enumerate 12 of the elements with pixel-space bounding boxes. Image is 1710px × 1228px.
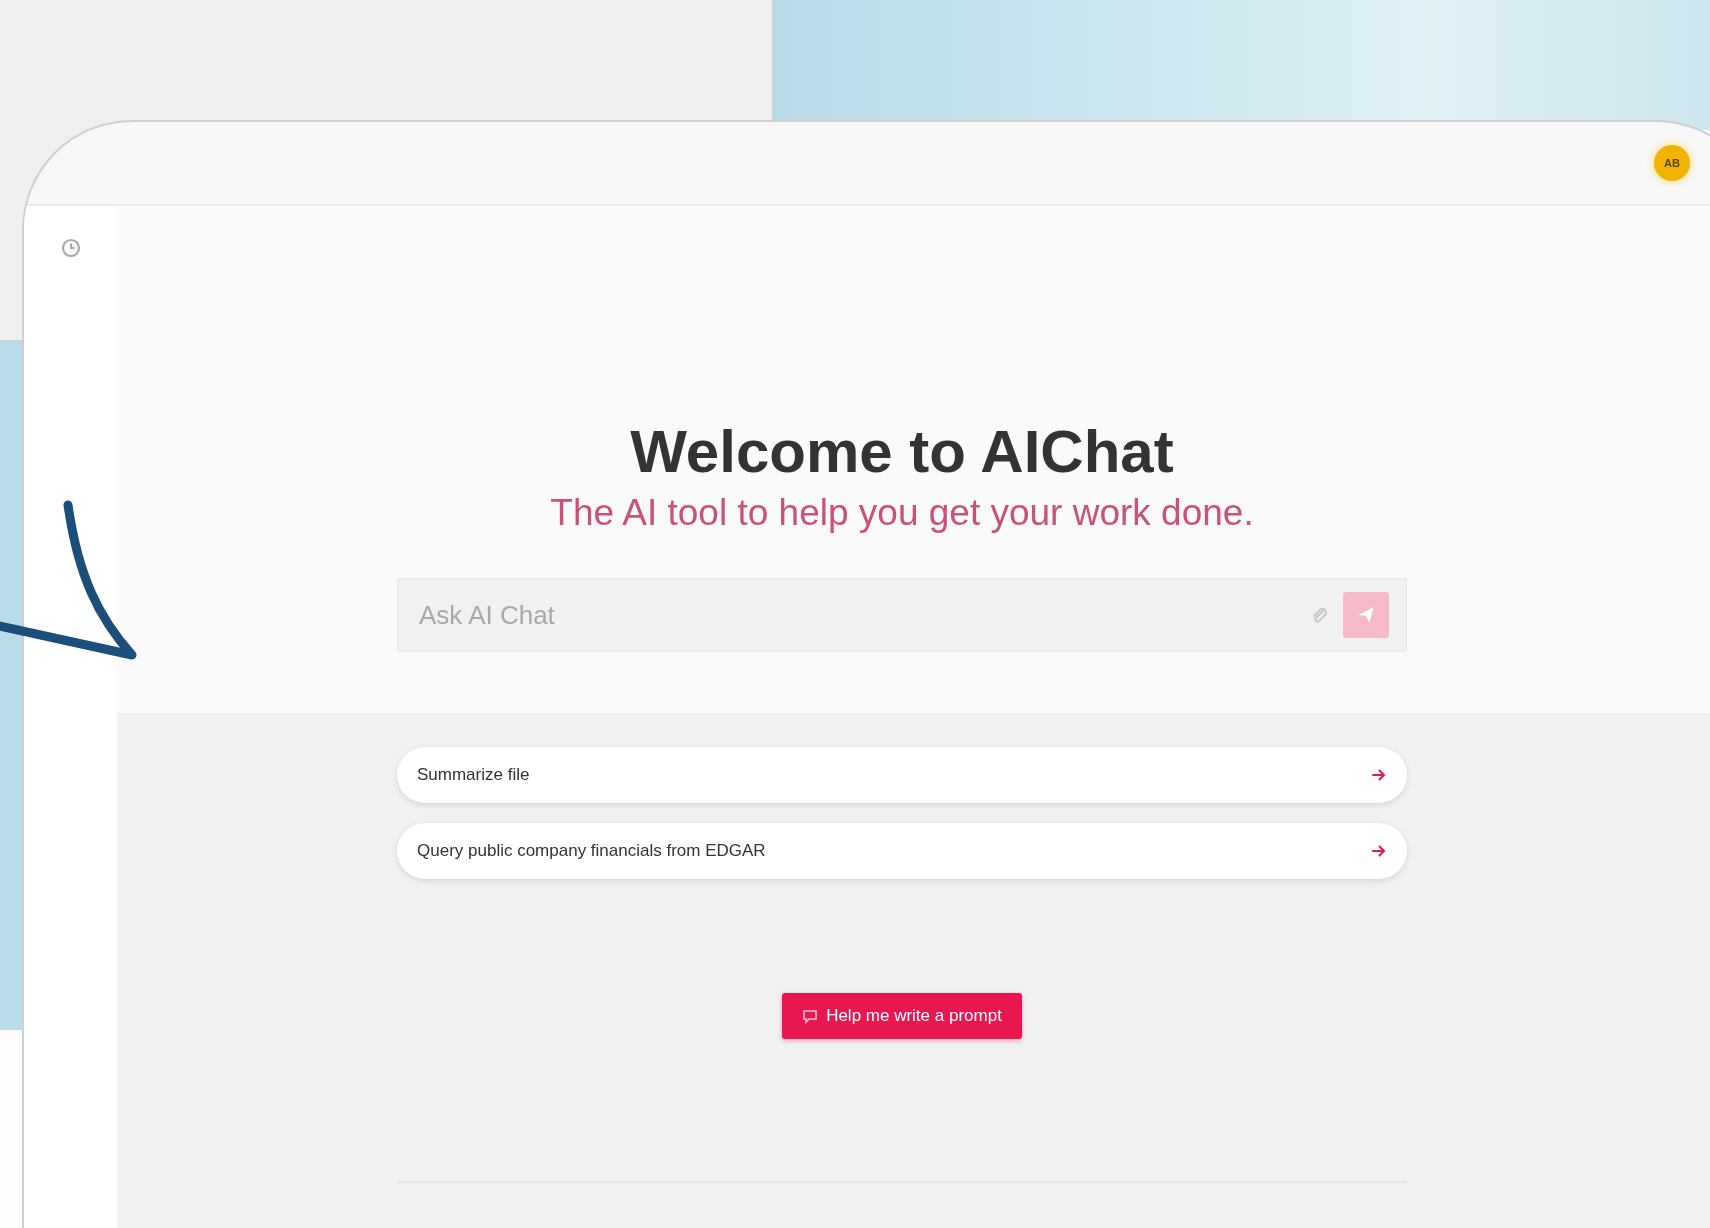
suggestion-item[interactable]: Summarize file — [397, 747, 1407, 803]
welcome-title: Welcome to AIChat — [630, 417, 1174, 487]
speech-bubble-icon — [802, 1008, 819, 1024]
tagline: The AI tool to help you get your work done. — [550, 491, 1254, 535]
help-prompt-button[interactable]: Help me write a prompt — [782, 993, 1022, 1039]
user-avatar[interactable]: AB — [1654, 145, 1690, 181]
history-icon[interactable] — [60, 238, 81, 258]
message-field[interactable]: Ask AI Chat — [417, 598, 1295, 632]
arrow-right-icon — [1371, 843, 1387, 859]
suggestion-item[interactable]: Query public company financials from EDGAR — [397, 823, 1407, 879]
chat-input[interactable]: Ask AI Chat — [397, 578, 1407, 652]
arrow-right-icon — [1371, 767, 1387, 783]
